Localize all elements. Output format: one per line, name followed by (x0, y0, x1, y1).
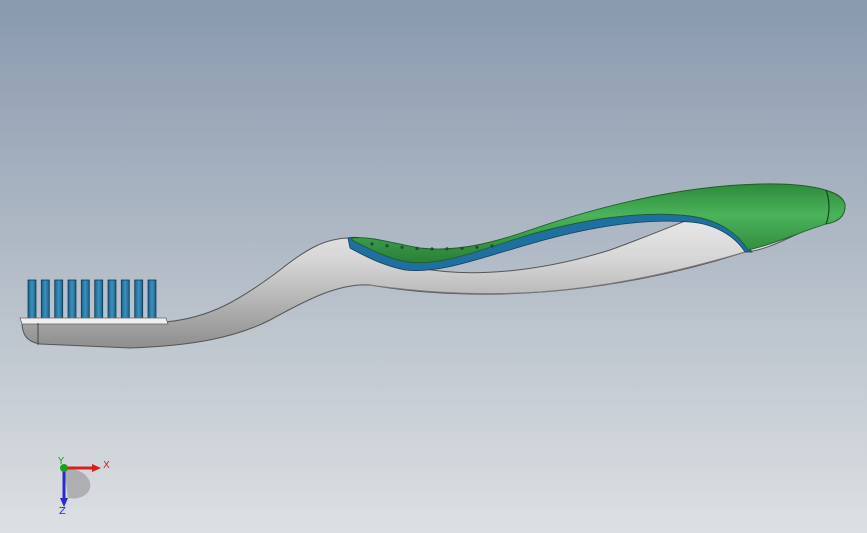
bristle-tuft (147, 279, 157, 320)
bristle-tuft (120, 279, 130, 320)
model-canvas[interactable]: X Y Z (0, 0, 867, 533)
bristle-tuft (94, 279, 104, 320)
grip-dot (430, 247, 434, 251)
brush-head-top (19, 317, 169, 325)
bristle-tuft (40, 279, 50, 320)
graphics-viewport[interactable]: X Y Z (0, 0, 867, 533)
grip-dot (490, 244, 494, 248)
x-axis-label: X (103, 460, 110, 471)
grip-dot (400, 245, 404, 249)
bristle-tuft (107, 279, 117, 320)
grip-dot (460, 246, 464, 250)
grip-dot (370, 242, 374, 246)
grip-dot (415, 246, 419, 250)
bristle-tuft (67, 279, 77, 320)
bristle-tuft (27, 279, 37, 320)
bristle-tuft (134, 279, 144, 320)
z-axis-label: Z (59, 506, 66, 517)
grip-dot (385, 244, 389, 248)
bristle-tuft (80, 279, 90, 320)
y-axis-label: Y (57, 456, 65, 467)
grip-dot (475, 245, 479, 249)
grip-dot (445, 247, 449, 251)
bristle-tuft (54, 279, 64, 320)
